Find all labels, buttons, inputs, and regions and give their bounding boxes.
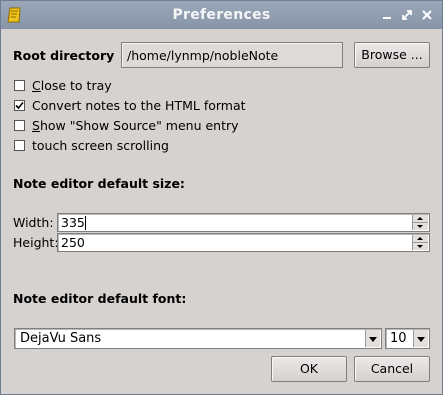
browse-button-label: Browse ... (361, 47, 423, 62)
checkbox-touch-scrolling[interactable]: touch screen scrolling (14, 138, 314, 154)
show-source-label: Show "Show Source" menu entry (32, 118, 239, 133)
root-directory-field[interactable]: /home/lynmp/nobleNote (121, 42, 343, 68)
checkbox-convert-html[interactable]: Convert notes to the HTML format (14, 98, 314, 114)
checkmark-icon (15, 101, 24, 110)
close-icon[interactable] (420, 8, 434, 22)
width-label: Width: (13, 215, 54, 230)
font-name: DejaVu Sans (20, 331, 102, 346)
window-title: Preferences (172, 7, 271, 23)
font-heading: Note editor default font: (13, 291, 187, 306)
font-size: 10 (390, 331, 407, 346)
root-directory-path: /home/lynmp/nobleNote (127, 48, 279, 63)
height-spinbox[interactable]: 250 (57, 233, 430, 252)
convert-html-checkbox[interactable] (14, 100, 25, 111)
touch-scrolling-checkbox[interactable] (14, 140, 25, 151)
text-cursor (85, 216, 86, 230)
width-value: 335 (61, 215, 85, 230)
show-source-checkbox[interactable] (14, 120, 25, 131)
checkbox-close-to-tray[interactable]: Close to tray (14, 78, 314, 94)
height-increment[interactable] (413, 235, 428, 243)
browse-button[interactable]: Browse ... (354, 42, 430, 68)
font-size-combobox[interactable]: 10 (385, 328, 430, 349)
cancel-button[interactable]: Cancel (354, 356, 430, 382)
close-to-tray-checkbox[interactable] (14, 80, 25, 91)
preferences-dialog: Preferences Root directory /home/lynmp/n… (0, 0, 443, 395)
maximize-icon[interactable] (400, 8, 414, 22)
width-spinbox[interactable]: 335 (57, 213, 430, 232)
height-decrement[interactable] (413, 243, 428, 251)
cancel-button-label: Cancel (370, 361, 414, 376)
touch-scrolling-label: touch screen scrolling (32, 138, 169, 153)
size-heading: Note editor default size: (13, 176, 185, 191)
font-combobox[interactable]: DejaVu Sans (14, 328, 382, 349)
checkbox-show-source[interactable]: Show "Show Source" menu entry (14, 118, 314, 134)
width-spin-buttons[interactable] (412, 215, 428, 230)
root-directory-label: Root directory (13, 48, 115, 63)
convert-html-label: Convert notes to the HTML format (32, 98, 246, 113)
title-bar: Preferences (1, 1, 442, 29)
height-value: 250 (61, 235, 85, 250)
ok-button[interactable]: OK (271, 356, 347, 382)
height-spin-buttons[interactable] (412, 235, 428, 250)
minimize-icon[interactable] (380, 8, 394, 22)
height-label: Height: (13, 235, 59, 250)
width-decrement[interactable] (413, 223, 428, 231)
width-increment[interactable] (413, 215, 428, 223)
close-to-tray-label: Close to tray (32, 78, 112, 93)
chevron-down-icon[interactable] (365, 330, 380, 347)
ok-button-label: OK (299, 361, 319, 376)
chevron-down-icon[interactable] (413, 330, 428, 347)
